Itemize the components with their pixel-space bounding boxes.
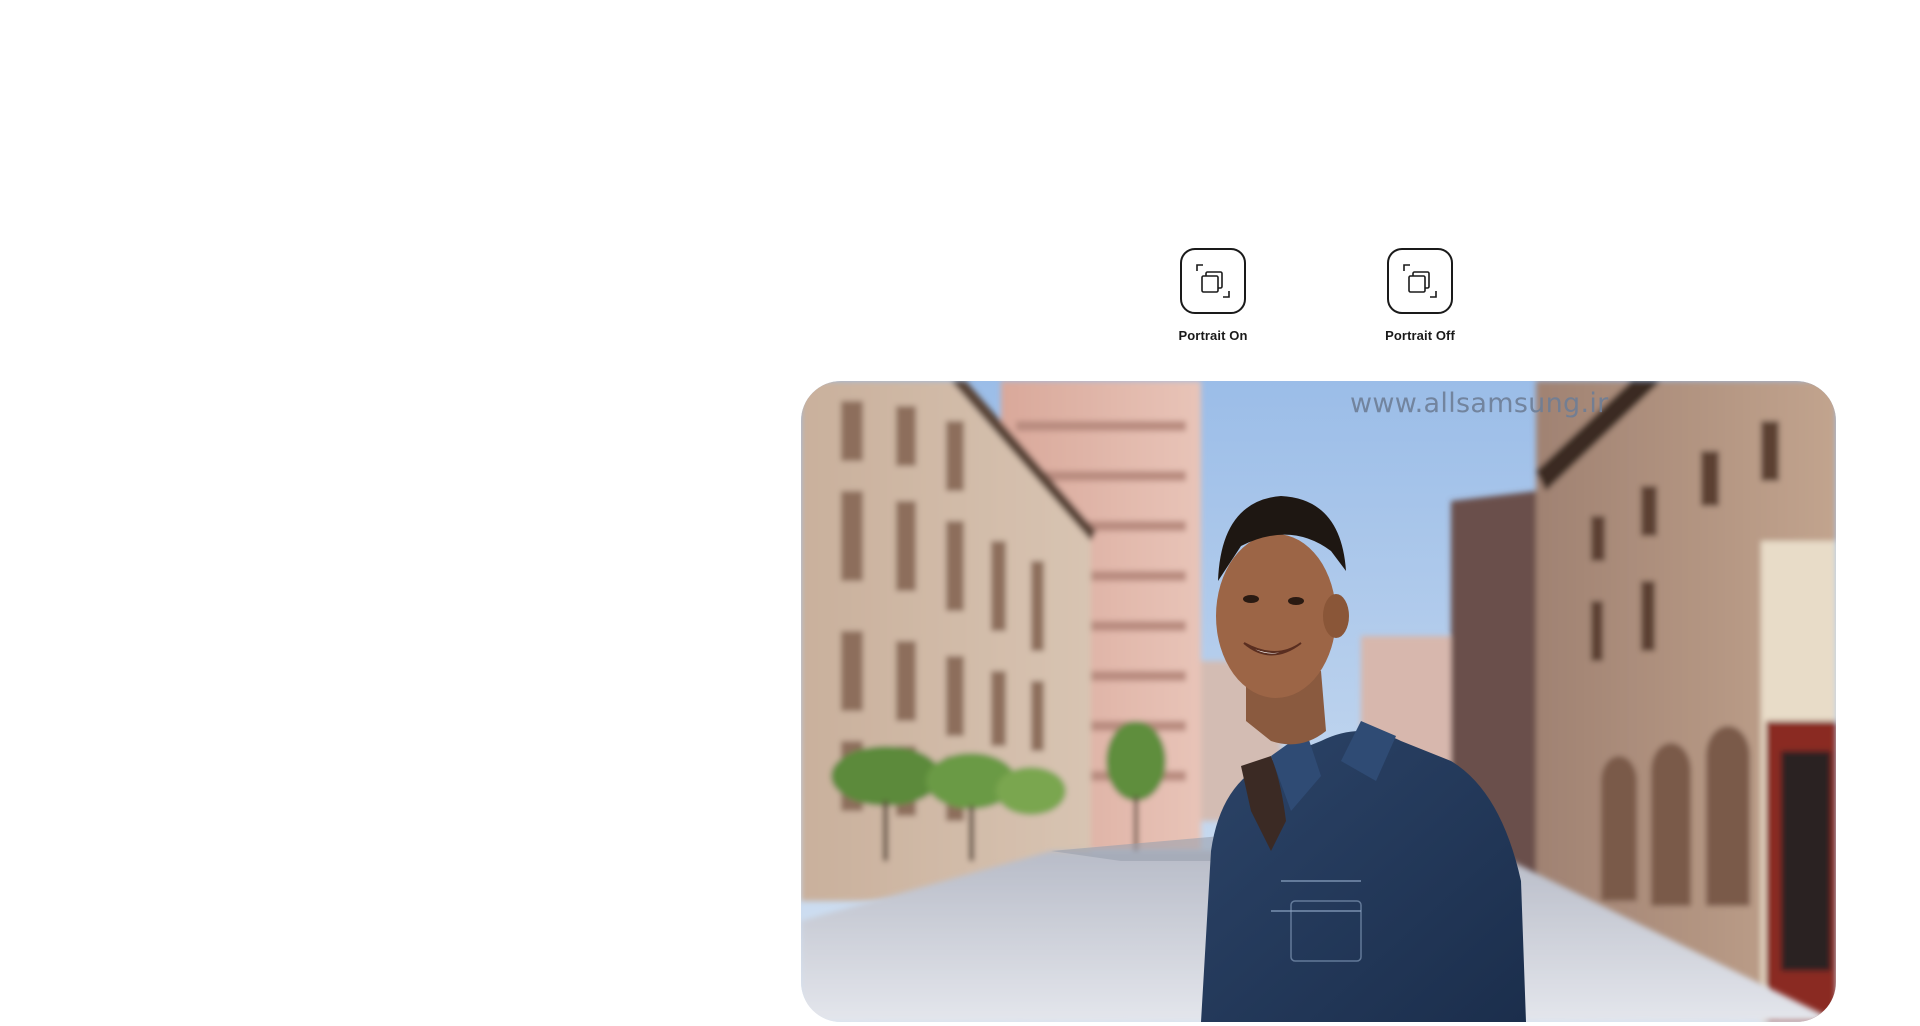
- portrait-mode-icon: [1191, 259, 1235, 303]
- portrait-photo: [801, 381, 1836, 1022]
- portrait-off-toggle[interactable]: Portrait Off: [1350, 248, 1490, 343]
- portrait-on-label: Portrait On: [1178, 328, 1248, 343]
- portrait-on-toggle[interactable]: Portrait On: [1143, 248, 1283, 343]
- watermark-text: www.allsamsung.ir: [1350, 388, 1609, 419]
- portrait-mode-icon: [1398, 259, 1442, 303]
- portrait-off-button[interactable]: [1387, 248, 1453, 314]
- portrait-off-label: Portrait Off: [1385, 328, 1455, 343]
- portrait-on-button[interactable]: [1180, 248, 1246, 314]
